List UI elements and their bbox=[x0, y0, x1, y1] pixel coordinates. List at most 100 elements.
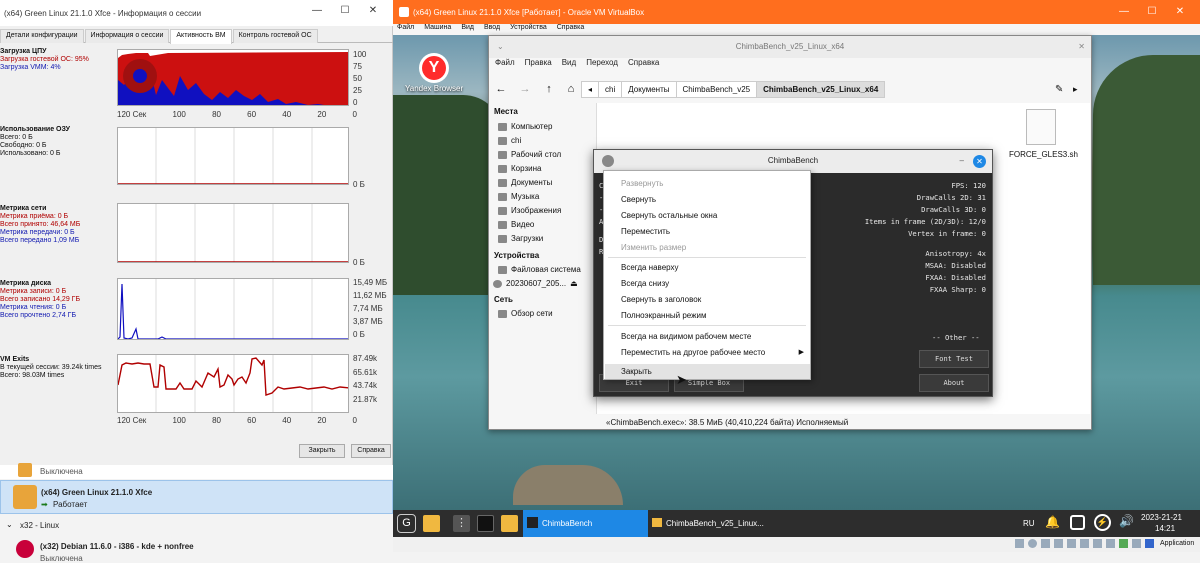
crumb-current[interactable]: ChimbaBench_v25_Linux_x64 bbox=[756, 80, 886, 98]
minimize-button[interactable]: — bbox=[1110, 6, 1138, 17]
device-disc[interactable]: 20230607_205... ⏏ bbox=[493, 279, 578, 288]
maximize-button[interactable]: ☐ bbox=[1138, 6, 1166, 17]
fm-menu-go[interactable]: Переход bbox=[586, 58, 618, 72]
notifications-icon[interactable]: 🔔 bbox=[1045, 515, 1060, 529]
edit-path-icon[interactable]: ✎ bbox=[1055, 84, 1073, 95]
maximize-button[interactable]: ☐ bbox=[331, 5, 359, 16]
back-icon[interactable]: ← bbox=[489, 83, 513, 95]
menu-minimize[interactable]: Свернуть bbox=[605, 192, 810, 207]
apps-grid-icon[interactable]: ⋮ bbox=[453, 515, 470, 532]
menu-maximize[interactable]: Развернуть bbox=[605, 176, 810, 191]
font-test-button[interactable]: Font Test bbox=[919, 350, 989, 368]
folder-icon[interactable] bbox=[423, 515, 440, 532]
minimize-button[interactable]: — bbox=[303, 5, 331, 16]
close-button[interactable]: ✕ bbox=[359, 5, 387, 16]
menu-minimize-others[interactable]: Свернуть остальные окна bbox=[605, 208, 810, 223]
place-pictures[interactable]: Изображения bbox=[498, 206, 561, 215]
menu-file[interactable]: Файл bbox=[397, 24, 414, 35]
menu-move-to-workspace[interactable]: Переместить на другое рабочее место bbox=[605, 345, 810, 360]
fm-menu-icon[interactable]: ⌄ bbox=[497, 36, 504, 58]
keyboard-layout[interactable]: RU bbox=[1023, 519, 1035, 528]
menu-resize[interactable]: Изменить размер bbox=[605, 240, 810, 255]
minimize-icon[interactable]: – bbox=[960, 150, 964, 172]
tab-guest-control[interactable]: Контроль гостевой ОС bbox=[232, 29, 318, 43]
menu-fullscreen[interactable]: Полноэкранный режим bbox=[605, 308, 810, 323]
menu-view[interactable]: Вид bbox=[461, 24, 474, 35]
x-tick: 0 bbox=[352, 416, 357, 425]
vm-list-item[interactable]: (x32) Debian 11.6.0 - i386 - kde + nonfr… bbox=[0, 536, 393, 563]
yandex-browser-icon[interactable]: Y bbox=[419, 53, 449, 83]
host-key-icon[interactable] bbox=[1145, 539, 1154, 548]
place-music[interactable]: Музыка bbox=[498, 192, 539, 201]
mouse-integration-icon[interactable] bbox=[1132, 539, 1141, 548]
audio-icon[interactable] bbox=[1041, 539, 1050, 548]
network-browse[interactable]: Обзор сети bbox=[498, 309, 553, 318]
fm-menu-view[interactable]: Вид bbox=[562, 58, 576, 72]
place-desktop[interactable]: Рабочий стол bbox=[498, 150, 561, 159]
crumb-right-arrow[interactable]: ▸ bbox=[1073, 84, 1091, 95]
menu-always-visible-workspace[interactable]: Всегда на видимом рабочем месте bbox=[605, 329, 810, 344]
tab-activity[interactable]: Активность ВМ bbox=[170, 29, 232, 44]
menu-machine[interactable]: Машина bbox=[424, 24, 451, 35]
optical-icon[interactable] bbox=[1028, 539, 1037, 548]
fm-menu-file[interactable]: Файл bbox=[495, 58, 515, 72]
usb-icon[interactable] bbox=[1067, 539, 1076, 548]
hdd-icon[interactable] bbox=[1015, 539, 1024, 548]
vm-group-header[interactable]: ⌄ x32 - Linux bbox=[0, 518, 393, 532]
task-file-manager[interactable]: ChimbaBench_v25_Linux... bbox=[648, 510, 783, 537]
music-icon bbox=[498, 192, 507, 201]
crumb-left-arrow[interactable]: ◂ bbox=[581, 80, 600, 98]
place-computer[interactable]: Компьютер bbox=[498, 122, 552, 131]
vm-list-item[interactable]: Выключена bbox=[0, 463, 393, 479]
session-close-button[interactable]: Закрыть bbox=[299, 444, 345, 458]
file-manager-icon[interactable] bbox=[501, 515, 518, 532]
cpu-icon[interactable] bbox=[1119, 539, 1128, 548]
shared-folder-icon[interactable] bbox=[1080, 539, 1089, 548]
menu-input[interactable]: Ввод bbox=[484, 24, 500, 35]
crumb-chimba[interactable]: ChimbaBench_v25 bbox=[675, 80, 758, 98]
place-downloads[interactable]: Загрузки bbox=[498, 234, 543, 243]
app-menu-icon[interactable]: G bbox=[397, 514, 416, 533]
x-tick: 120 Сек bbox=[117, 416, 147, 425]
tab-config[interactable]: Детали конфигурации bbox=[0, 29, 84, 43]
menu-always-on-top[interactable]: Всегда наверху bbox=[605, 260, 810, 275]
close-icon[interactable]: ✕ bbox=[1078, 36, 1085, 58]
script-file-icon[interactable] bbox=[1026, 109, 1056, 145]
eject-icon[interactable]: ⏏ bbox=[570, 279, 578, 288]
fm-menu-help[interactable]: Справка bbox=[628, 58, 659, 72]
recording-icon[interactable] bbox=[1106, 539, 1115, 548]
vm-list-item-selected[interactable]: (x64) Green Linux 21.1.0 Xfce ➡ Работает bbox=[0, 480, 393, 514]
network-header: Сеть bbox=[494, 295, 513, 304]
menu-always-below[interactable]: Всегда снизу bbox=[605, 276, 810, 291]
up-icon[interactable]: ↑ bbox=[537, 83, 561, 95]
crumb-documents[interactable]: Документы bbox=[621, 80, 677, 98]
fm-menu-edit[interactable]: Правка bbox=[525, 58, 552, 72]
cpu-y-tick: 25 bbox=[353, 86, 362, 95]
menu-move[interactable]: Переместить bbox=[605, 224, 810, 239]
home-icon[interactable]: ⌂ bbox=[561, 83, 581, 95]
cb-app-icon[interactable] bbox=[602, 155, 614, 167]
session-help-button[interactable]: Справка bbox=[351, 444, 391, 458]
place-home[interactable]: chi bbox=[498, 136, 521, 145]
device-filesystem[interactable]: Файловая система bbox=[498, 265, 581, 274]
close-icon[interactable]: ✕ bbox=[973, 155, 986, 168]
place-documents[interactable]: Документы bbox=[498, 178, 552, 187]
tab-session[interactable]: Информация о сессии bbox=[84, 29, 170, 43]
power-icon[interactable]: ⚡ bbox=[1094, 514, 1111, 531]
forward-icon[interactable]: → bbox=[513, 83, 537, 95]
menu-close[interactable]: Закрыть bbox=[605, 364, 810, 379]
menu-shade[interactable]: Свернуть в заголовок bbox=[605, 292, 810, 307]
task-chimbabench[interactable]: ChimbaBench bbox=[523, 510, 648, 537]
crumb-home[interactable]: chi bbox=[598, 80, 623, 98]
place-trash[interactable]: Корзина bbox=[498, 164, 541, 173]
close-button[interactable]: ✕ bbox=[1166, 6, 1194, 17]
screenshot-icon[interactable] bbox=[1070, 515, 1085, 530]
volume-icon[interactable]: 🔊 bbox=[1119, 514, 1134, 528]
about-button[interactable]: About bbox=[919, 374, 989, 392]
terminal-icon[interactable] bbox=[477, 515, 494, 532]
menu-help[interactable]: Справка bbox=[557, 24, 584, 35]
display-icon[interactable] bbox=[1093, 539, 1102, 548]
place-videos[interactable]: Видео bbox=[498, 220, 534, 229]
menu-devices[interactable]: Устройства bbox=[510, 24, 547, 35]
network-icon[interactable] bbox=[1054, 539, 1063, 548]
